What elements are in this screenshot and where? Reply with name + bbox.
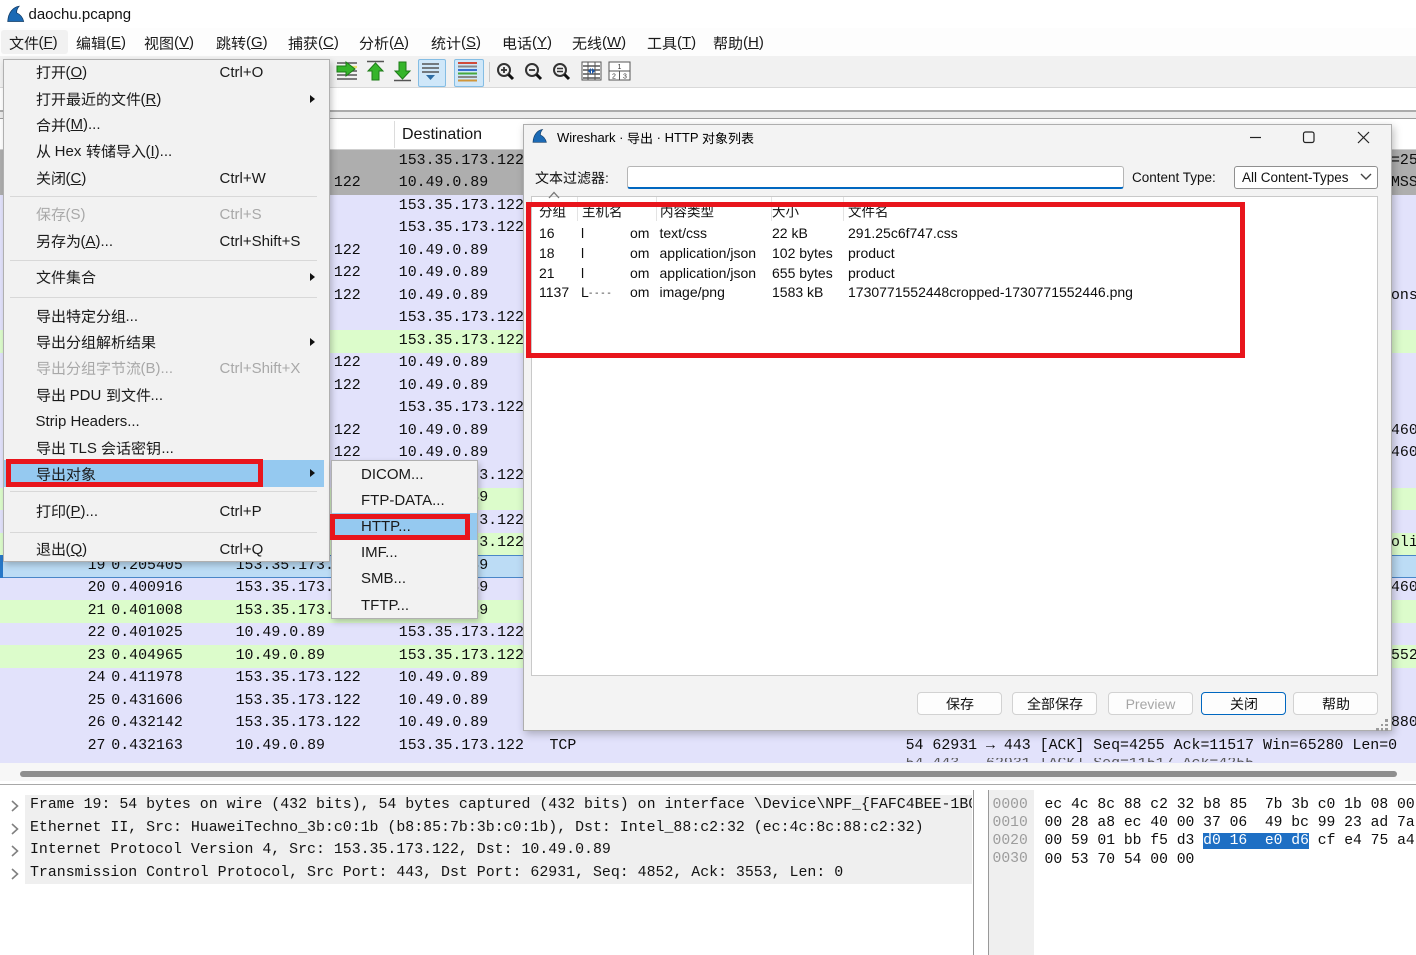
svg-text:3: 3: [623, 74, 627, 81]
svg-text:2: 2: [612, 74, 616, 81]
svg-text:1: 1: [618, 64, 622, 71]
